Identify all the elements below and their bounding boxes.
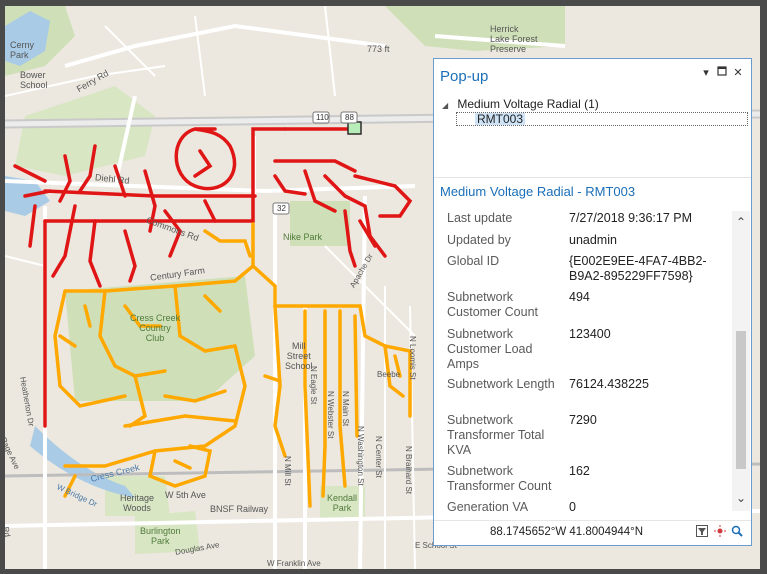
road-label: N Mill St bbox=[283, 456, 292, 486]
attribute-key: Subnetwork Transformer Total KVA bbox=[447, 413, 545, 457]
attribute-value: 494 bbox=[569, 290, 590, 304]
attribute-key: Global ID bbox=[447, 254, 500, 268]
attribute-scrollbar[interactable]: ⌃ ⌄ bbox=[732, 211, 750, 511]
attribute-key: Subnetwork Length bbox=[447, 377, 555, 391]
highway-shield-label: 110 bbox=[316, 113, 329, 122]
divider bbox=[434, 177, 751, 178]
flash-icon[interactable] bbox=[714, 525, 726, 540]
road-label: N Main St bbox=[341, 391, 350, 427]
road-label: N Loomis St bbox=[408, 336, 417, 380]
popup-title: Pop-up bbox=[440, 68, 489, 85]
tree-layer-node[interactable]: ◢ Medium Voltage Radial (1) bbox=[442, 97, 599, 111]
attribute-key: Subnetwork Customer Count bbox=[447, 290, 539, 319]
attribute-value: 162 bbox=[569, 464, 590, 478]
map-view[interactable]: Cerny Park Bower School Ferry Rd 773 ft … bbox=[5, 6, 760, 569]
popup-header: Pop-up ▾ ✕ bbox=[434, 59, 751, 93]
filter-icon[interactable] bbox=[696, 525, 708, 540]
attribute-value: 76124.438225 bbox=[569, 377, 649, 391]
close-icon[interactable]: ✕ bbox=[732, 66, 744, 79]
park-label: Kendall Park bbox=[327, 493, 358, 513]
park-label: Heritage Woods bbox=[120, 493, 155, 513]
club-label: Cress Creek Country Club bbox=[130, 313, 181, 343]
attribute-key: Updated by bbox=[447, 233, 511, 247]
road-label: N Webster St bbox=[326, 391, 335, 439]
attribute-table: Last update 7/27/2018 9:36:17 PM Updated… bbox=[436, 201, 732, 521]
restore-icon[interactable] bbox=[716, 66, 728, 79]
road-label: W Franklin Ave bbox=[267, 559, 321, 568]
pane-options-icon[interactable]: ▾ bbox=[700, 66, 712, 79]
feature-label: RMT003 bbox=[475, 112, 526, 126]
attribute-key: Generation VA bbox=[447, 500, 529, 514]
feature-title: Medium Voltage Radial - RMT003 bbox=[440, 184, 636, 199]
attribute-value: 123400 bbox=[569, 327, 611, 341]
popup-footer: 88.1745652°W 41.8004944°N bbox=[434, 520, 751, 545]
attribute-key: Last update bbox=[447, 211, 513, 225]
highway-shield-label: 88 bbox=[345, 113, 354, 122]
attribute-value: {E002E9EE-4FA7-4BB2-B9A2-895229FF7598} bbox=[569, 254, 707, 283]
road-label: N Washington St bbox=[356, 426, 365, 486]
park-label: Cerny Park bbox=[10, 40, 35, 60]
zoom-icon[interactable] bbox=[731, 525, 743, 540]
attribute-key: Subnetwork Transformer Count bbox=[447, 464, 552, 493]
scroll-down-icon[interactable]: ⌄ bbox=[732, 491, 750, 505]
preserve-label: Herrick Lake Forest Preserve bbox=[490, 24, 538, 54]
tree-feature-node[interactable]: RMT003 bbox=[456, 112, 748, 126]
attribute-key: Subnetwork Customer Load Amps bbox=[447, 327, 533, 371]
highway-shield-label: 32 bbox=[277, 204, 286, 213]
collapse-triangle-icon[interactable]: ◢ bbox=[442, 101, 454, 110]
popup-pane: Pop-up ▾ ✕ ◢ Medium Voltage Radial (1) R… bbox=[433, 58, 752, 546]
scroll-up-icon[interactable]: ⌃ bbox=[732, 215, 750, 229]
attribute-value: 7/27/2018 9:36:17 PM bbox=[569, 211, 693, 225]
attribute-value: unadmin bbox=[569, 233, 617, 247]
place-label: Beebe bbox=[377, 370, 401, 379]
layer-label: Medium Voltage Radial (1) bbox=[457, 97, 599, 111]
scroll-thumb[interactable] bbox=[736, 331, 746, 469]
attribute-value: 0 bbox=[569, 500, 576, 514]
elevation-label: 773 ft bbox=[367, 44, 390, 54]
railway-label: BNSF Railway bbox=[210, 504, 269, 514]
park-label: Burlington Park bbox=[140, 526, 181, 546]
park-label: Nike Park bbox=[283, 232, 323, 242]
road-label: N Center St bbox=[374, 436, 383, 478]
school-label: Bower School bbox=[20, 70, 48, 90]
road-label: W 5th Ave bbox=[165, 490, 206, 500]
attribute-value: 7290 bbox=[569, 413, 597, 427]
road-label: N Brainard St bbox=[404, 446, 413, 495]
coordinates-readout: 88.1745652°W 41.8004944°N bbox=[490, 526, 644, 538]
road-label: N Eagle St bbox=[309, 366, 318, 405]
